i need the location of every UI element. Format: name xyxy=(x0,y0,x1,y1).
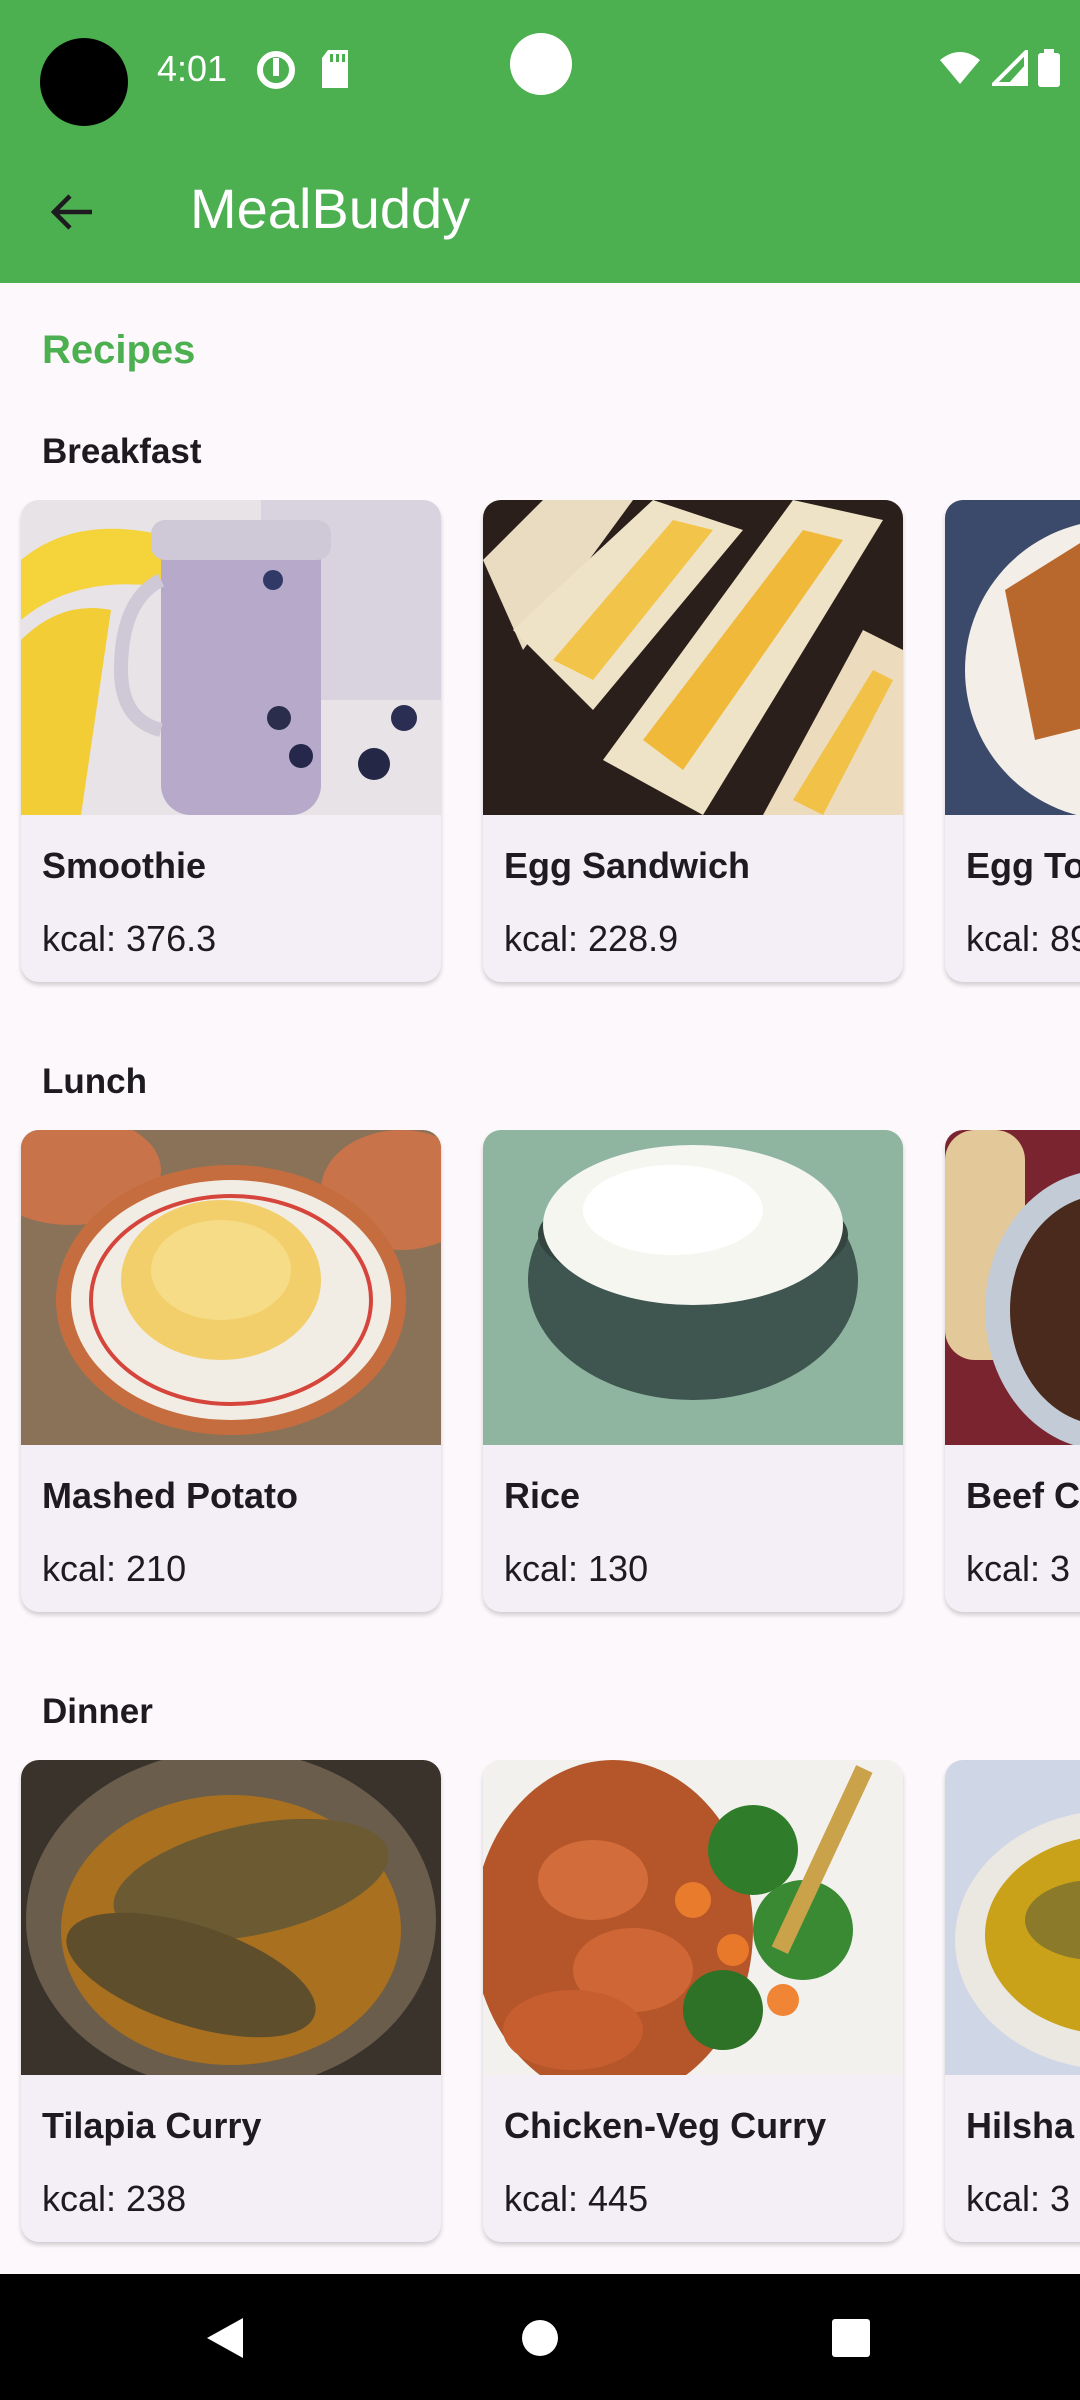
recipe-image-chicken-veg-curry xyxy=(483,1760,903,2075)
recipe-image-rice xyxy=(483,1130,903,1445)
nav-back-button[interactable] xyxy=(195,2308,255,2368)
recipe-kcal: kcal: 210 xyxy=(42,1548,187,1589)
wifi-icon xyxy=(940,52,980,84)
recipe-card[interactable]: Beef C kcal: 3 xyxy=(945,1130,1080,1612)
recipe-image-egg-toast xyxy=(945,500,1080,815)
recipe-image-hilsha xyxy=(945,1760,1080,2075)
square-recents-icon xyxy=(832,2319,870,2357)
recipe-card[interactable]: Egg To kcal: 89 xyxy=(945,500,1080,982)
recipe-image-beef-curry xyxy=(945,1130,1080,1445)
status-time: 4:01 xyxy=(157,48,228,89)
recipe-kcal: kcal: 3 xyxy=(966,2178,1071,2219)
top-app-bar: 4:01 MealBuddy xyxy=(0,0,1080,283)
recipe-image-egg-sandwich xyxy=(483,500,903,815)
breakfast-row[interactable]: Smoothie kcal: 376.3 Egg Sandwich kcal: … xyxy=(0,500,1080,990)
recipe-name: Smoothie xyxy=(42,845,207,886)
back-button[interactable] xyxy=(40,180,104,244)
recipe-card[interactable]: Tilapia Curry kcal: 238 xyxy=(21,1760,441,2242)
sd-card-icon xyxy=(322,50,348,88)
section-title: Recipes xyxy=(42,328,196,372)
status-bar: 4:01 xyxy=(0,0,1080,140)
app-toolbar: MealBuddy xyxy=(0,140,1080,283)
cellular-signal-icon xyxy=(992,50,1028,86)
recipe-card[interactable]: Rice kcal: 130 xyxy=(483,1130,903,1612)
nav-home-button[interactable] xyxy=(510,2308,570,2368)
recipe-image-mashed-potato xyxy=(21,1130,441,1445)
recipe-name: Egg To xyxy=(966,845,1080,886)
recipe-name: Egg Sandwich xyxy=(504,845,751,886)
lunch-row[interactable]: Mashed Potato kcal: 210 Rice kcal: 130 B… xyxy=(0,1130,1080,1620)
recipe-card[interactable]: Smoothie kcal: 376.3 xyxy=(21,500,441,982)
recipe-image-tilapia-curry xyxy=(21,1760,441,2075)
battery-icon xyxy=(1038,49,1060,87)
group-label-breakfast: Breakfast xyxy=(42,432,202,471)
recipe-name: Mashed Potato xyxy=(42,1475,299,1516)
camera-cutout xyxy=(40,38,128,126)
dinner-row[interactable]: Tilapia Curry kcal: 238 Chicken-Veg Curr… xyxy=(0,1760,1080,2250)
recipe-card[interactable]: Egg Sandwich kcal: 228.9 xyxy=(483,500,903,982)
data-saver-icon xyxy=(257,51,295,89)
recipe-name: Hilsha xyxy=(966,2105,1075,2146)
recipe-kcal: kcal: 228.9 xyxy=(504,918,679,959)
recipe-kcal: kcal: 238 xyxy=(42,2178,187,2219)
recipe-name: Rice xyxy=(504,1475,581,1516)
recipe-kcal: kcal: 89 xyxy=(966,918,1080,959)
recipe-image-smoothie xyxy=(21,500,441,815)
recipe-kcal: kcal: 130 xyxy=(504,1548,649,1589)
triangle-back-icon xyxy=(207,2318,243,2358)
group-label-dinner: Dinner xyxy=(42,1692,153,1731)
recipe-kcal: kcal: 445 xyxy=(504,2178,649,2219)
recipe-card[interactable]: Mashed Potato kcal: 210 xyxy=(21,1130,441,1612)
recipe-name: Beef C xyxy=(966,1475,1080,1516)
recipe-name: Tilapia Curry xyxy=(42,2105,262,2146)
app-title: MealBuddy xyxy=(190,177,471,240)
nav-recents-button[interactable] xyxy=(821,2308,881,2368)
circle-home-icon xyxy=(522,2320,558,2356)
arrow-back-icon xyxy=(50,194,92,230)
recipe-kcal: kcal: 3 xyxy=(966,1548,1071,1589)
system-navigation-bar xyxy=(0,2274,1080,2400)
recipe-card[interactable]: Chicken-Veg Curry kcal: 445 xyxy=(483,1760,903,2242)
recipe-name: Chicken-Veg Curry xyxy=(504,2105,827,2146)
recipe-card[interactable]: Hilsha kcal: 3 xyxy=(945,1760,1080,2242)
group-label-lunch: Lunch xyxy=(42,1062,147,1101)
front-sensor-dot xyxy=(510,33,572,95)
recipe-kcal: kcal: 376.3 xyxy=(42,918,217,959)
